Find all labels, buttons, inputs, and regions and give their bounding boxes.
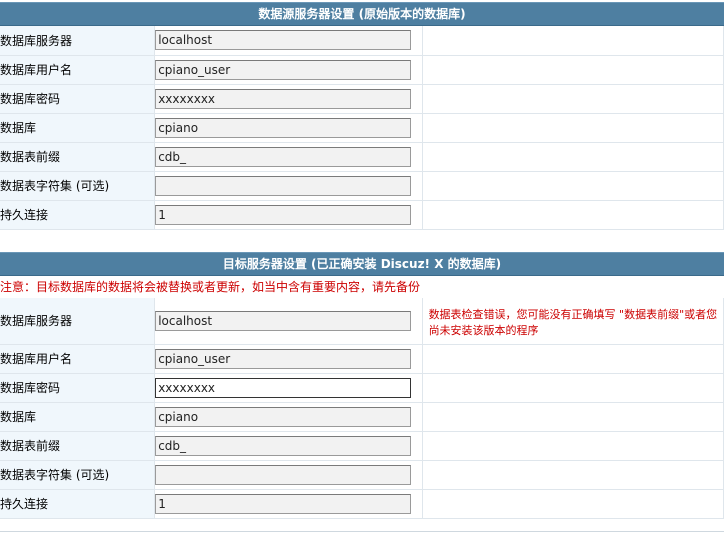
source-row-user: 数据库用户名 bbox=[0, 55, 724, 85]
field-label: 数据表字符集 (可选) bbox=[0, 460, 156, 490]
source-row-prefix: 数据表前缀 bbox=[0, 142, 724, 172]
field-label: 数据库密码 bbox=[0, 373, 156, 403]
target-host-input[interactable] bbox=[155, 310, 412, 331]
source-row-password: 数据库密码 bbox=[0, 84, 724, 114]
target-server-header: 目标服务器设置 (已正确安装 Discuz! X 的数据库) bbox=[0, 252, 724, 276]
source-server-header: 数据源服务器设置 (原始版本的数据库) bbox=[0, 2, 724, 26]
target-row-prefix: 数据表前缀 bbox=[0, 431, 724, 461]
backup-notice: 注意：目标数据库的数据将会被替换或者更新，如当中含有重要内容，请先备份 bbox=[0, 280, 421, 294]
source-server-section: 数据源服务器设置 (原始版本的数据库) 数据库服务器 数据库用户名 数据库密码 … bbox=[0, 2, 724, 230]
field-label: 数据库 bbox=[0, 113, 156, 143]
source-database-input[interactable] bbox=[155, 117, 412, 138]
error-message-cell: 数据表检查错误，您可能没有正确填写 "数据表前缀"或者您尚未安装该版本的程序 bbox=[422, 298, 724, 345]
source-charset-input[interactable] bbox=[155, 175, 412, 196]
source-password-input[interactable] bbox=[155, 88, 412, 109]
field-label: 持久连接 bbox=[0, 489, 156, 519]
field-label: 持久连接 bbox=[0, 200, 156, 230]
source-host-input[interactable] bbox=[155, 30, 412, 51]
target-row-database: 数据库 bbox=[0, 402, 724, 432]
field-label: 数据库 bbox=[0, 402, 156, 432]
source-row-charset: 数据表字符集 (可选) bbox=[0, 171, 724, 201]
target-row-charset: 数据表字符集 (可选) bbox=[0, 460, 724, 490]
bottom-divider bbox=[0, 531, 724, 532]
target-row-pconnect: 持久连接 bbox=[0, 489, 724, 519]
field-label: 数据表前缀 bbox=[0, 431, 156, 461]
target-row-password: 数据库密码 bbox=[0, 373, 724, 403]
field-label: 数据库用户名 bbox=[0, 344, 156, 374]
target-row-host: 数据库服务器 数据表检查错误，您可能没有正确填写 "数据表前缀"或者您尚未安装该… bbox=[0, 298, 724, 345]
source-prefix-input[interactable] bbox=[155, 146, 412, 167]
target-row-user: 数据库用户名 bbox=[0, 344, 724, 374]
field-label: 数据库服务器 bbox=[0, 26, 156, 56]
field-label: 数据库服务器 bbox=[0, 298, 156, 345]
source-pconnect-input[interactable] bbox=[155, 204, 412, 225]
field-label: 数据表字符集 (可选) bbox=[0, 171, 156, 201]
source-row-host: 数据库服务器 bbox=[0, 26, 724, 56]
table-check-error: 数据表检查错误，您可能没有正确填写 "数据表前缀"或者您尚未安装该版本的程序 bbox=[428, 307, 718, 337]
field-label: 数据表前缀 bbox=[0, 142, 156, 172]
field-label: 数据库密码 bbox=[0, 84, 156, 114]
target-server-section: 目标服务器设置 (已正确安装 Discuz! X 的数据库) 注意：目标数据库的… bbox=[0, 252, 724, 519]
target-charset-input[interactable] bbox=[155, 464, 412, 485]
target-server-form: 数据库服务器 数据表检查错误，您可能没有正确填写 "数据表前缀"或者您尚未安装该… bbox=[0, 298, 724, 519]
target-user-input[interactable] bbox=[155, 348, 412, 369]
target-pconnect-input[interactable] bbox=[155, 493, 412, 514]
source-user-input[interactable] bbox=[155, 59, 412, 80]
source-row-pconnect: 持久连接 bbox=[0, 200, 724, 230]
field-label: 数据库用户名 bbox=[0, 55, 156, 85]
target-database-input[interactable] bbox=[155, 406, 412, 427]
target-prefix-input[interactable] bbox=[155, 435, 412, 456]
source-server-form: 数据库服务器 数据库用户名 数据库密码 数据库 数据表前缀 数据表字符集 (可选… bbox=[0, 26, 724, 230]
source-row-database: 数据库 bbox=[0, 113, 724, 143]
target-password-input[interactable] bbox=[155, 377, 412, 398]
